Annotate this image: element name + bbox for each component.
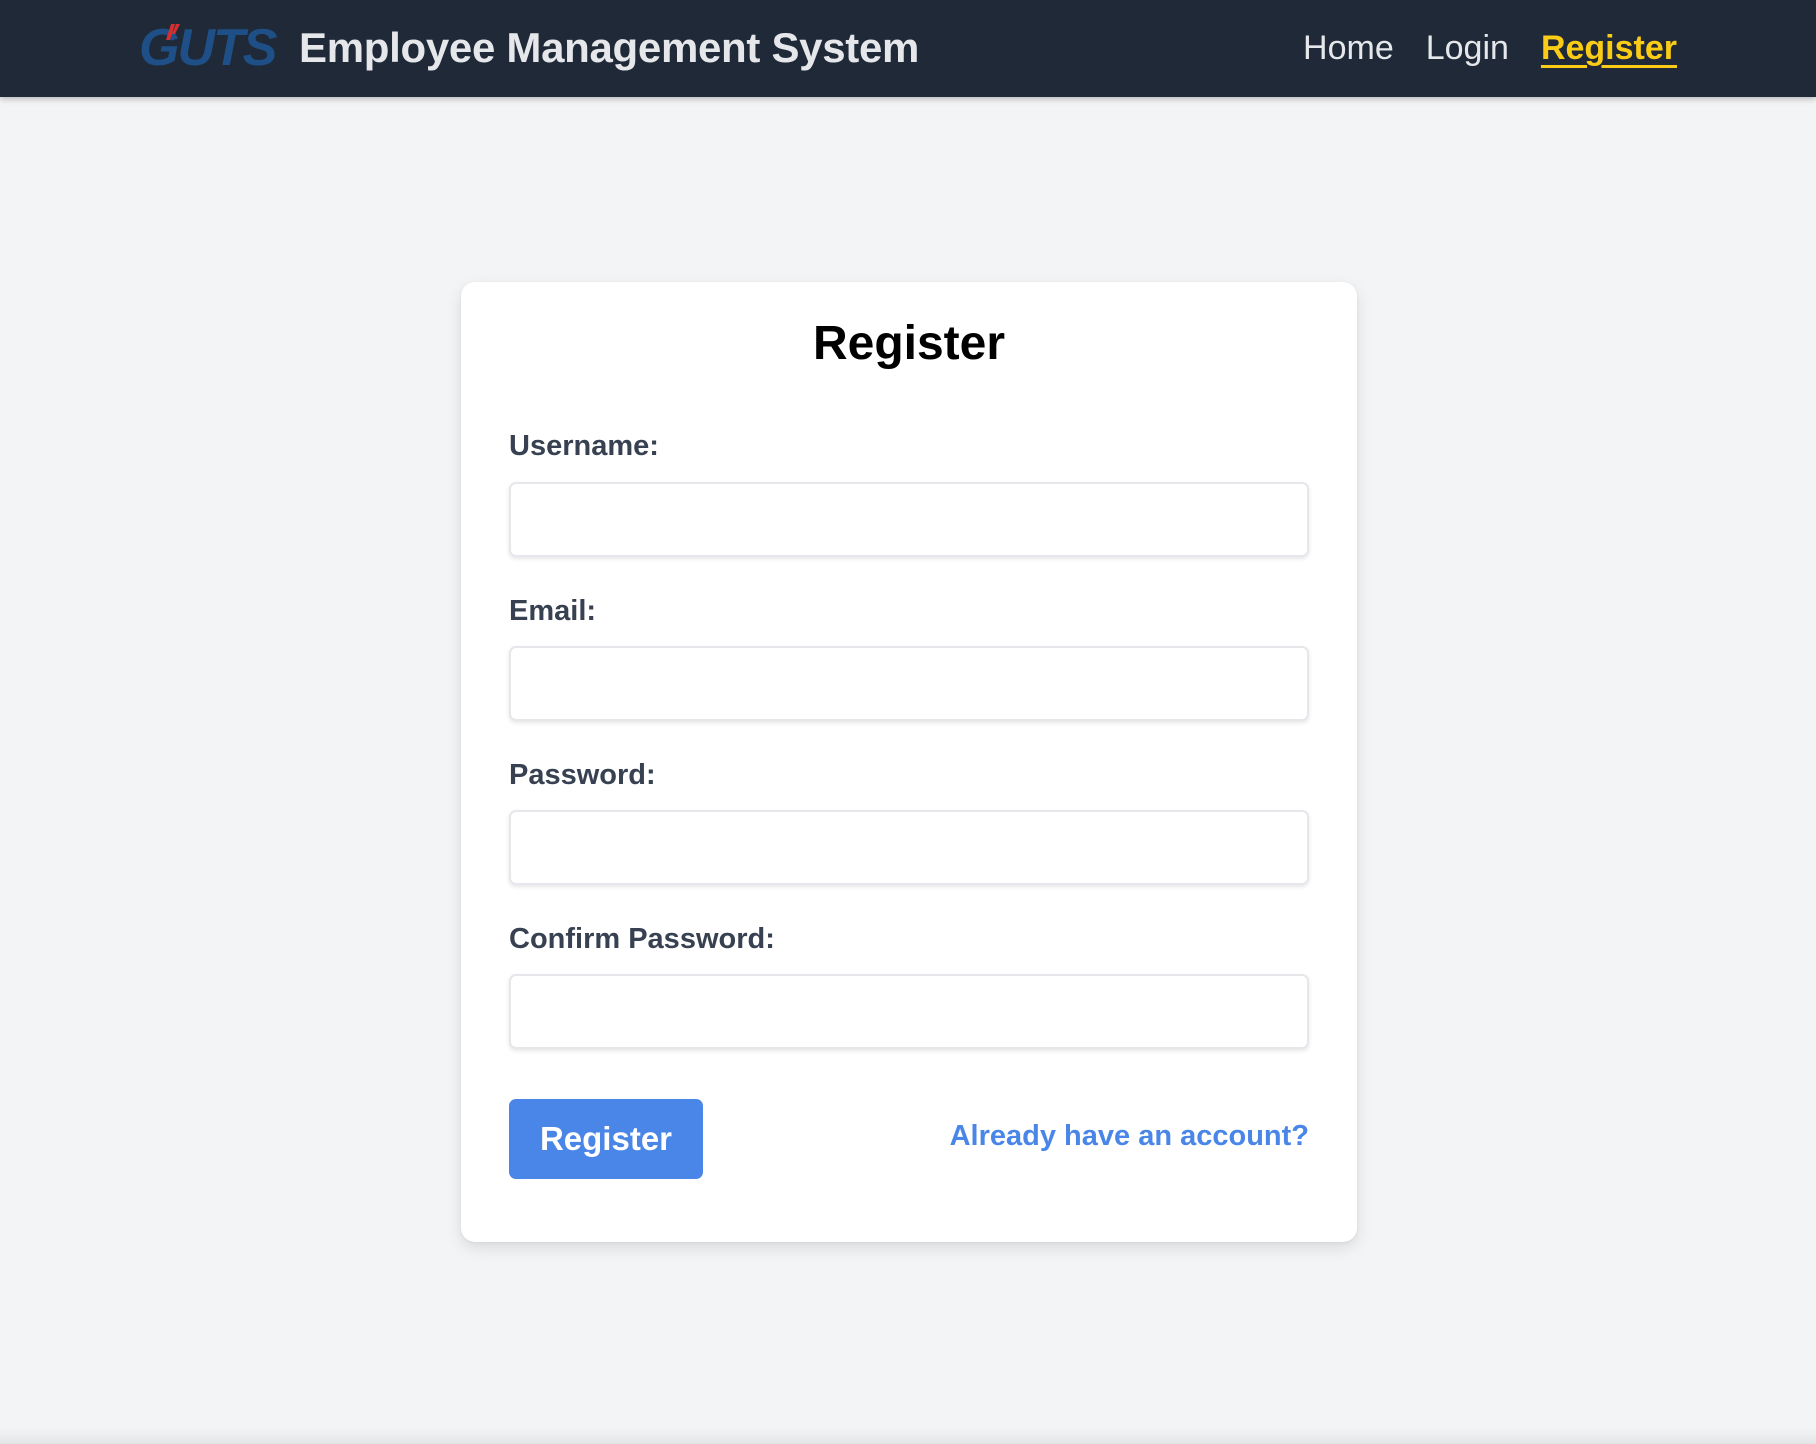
main-nav: Home Login Register <box>1271 0 1677 97</box>
guts-logo: GUTS <box>139 16 283 80</box>
username-label: Username: <box>509 430 659 462</box>
email-input[interactable] <box>509 646 1309 721</box>
nav-login-link[interactable]: Login <box>1426 29 1509 68</box>
email-label: Email: <box>509 595 597 627</box>
form-title: Register <box>812 317 1006 370</box>
logo-text: GUTS <box>139 19 277 77</box>
confirm-password-label: Confirm Password: <box>509 923 775 955</box>
bottom-edge-shadow <box>0 1428 1816 1444</box>
navbar: GUTS Employee Management System Home Log… <box>0 0 1816 97</box>
logo-accent-icon <box>166 24 180 40</box>
password-input[interactable] <box>509 810 1309 885</box>
password-label: Password: <box>509 759 656 791</box>
register-button[interactable]: Register <box>509 1099 703 1179</box>
brand[interactable]: GUTS Employee Management System <box>139 16 919 80</box>
already-have-account-link[interactable]: Already have an account? <box>950 1120 1309 1153</box>
confirm-password-input[interactable] <box>509 974 1309 1049</box>
nav-register-link[interactable]: Register <box>1541 29 1677 68</box>
register-card: Register Username: Email: Password: Conf… <box>461 282 1357 1242</box>
nav-home-link[interactable]: Home <box>1303 29 1394 68</box>
username-input[interactable] <box>509 482 1309 557</box>
site-title: Employee Management System <box>299 24 920 71</box>
